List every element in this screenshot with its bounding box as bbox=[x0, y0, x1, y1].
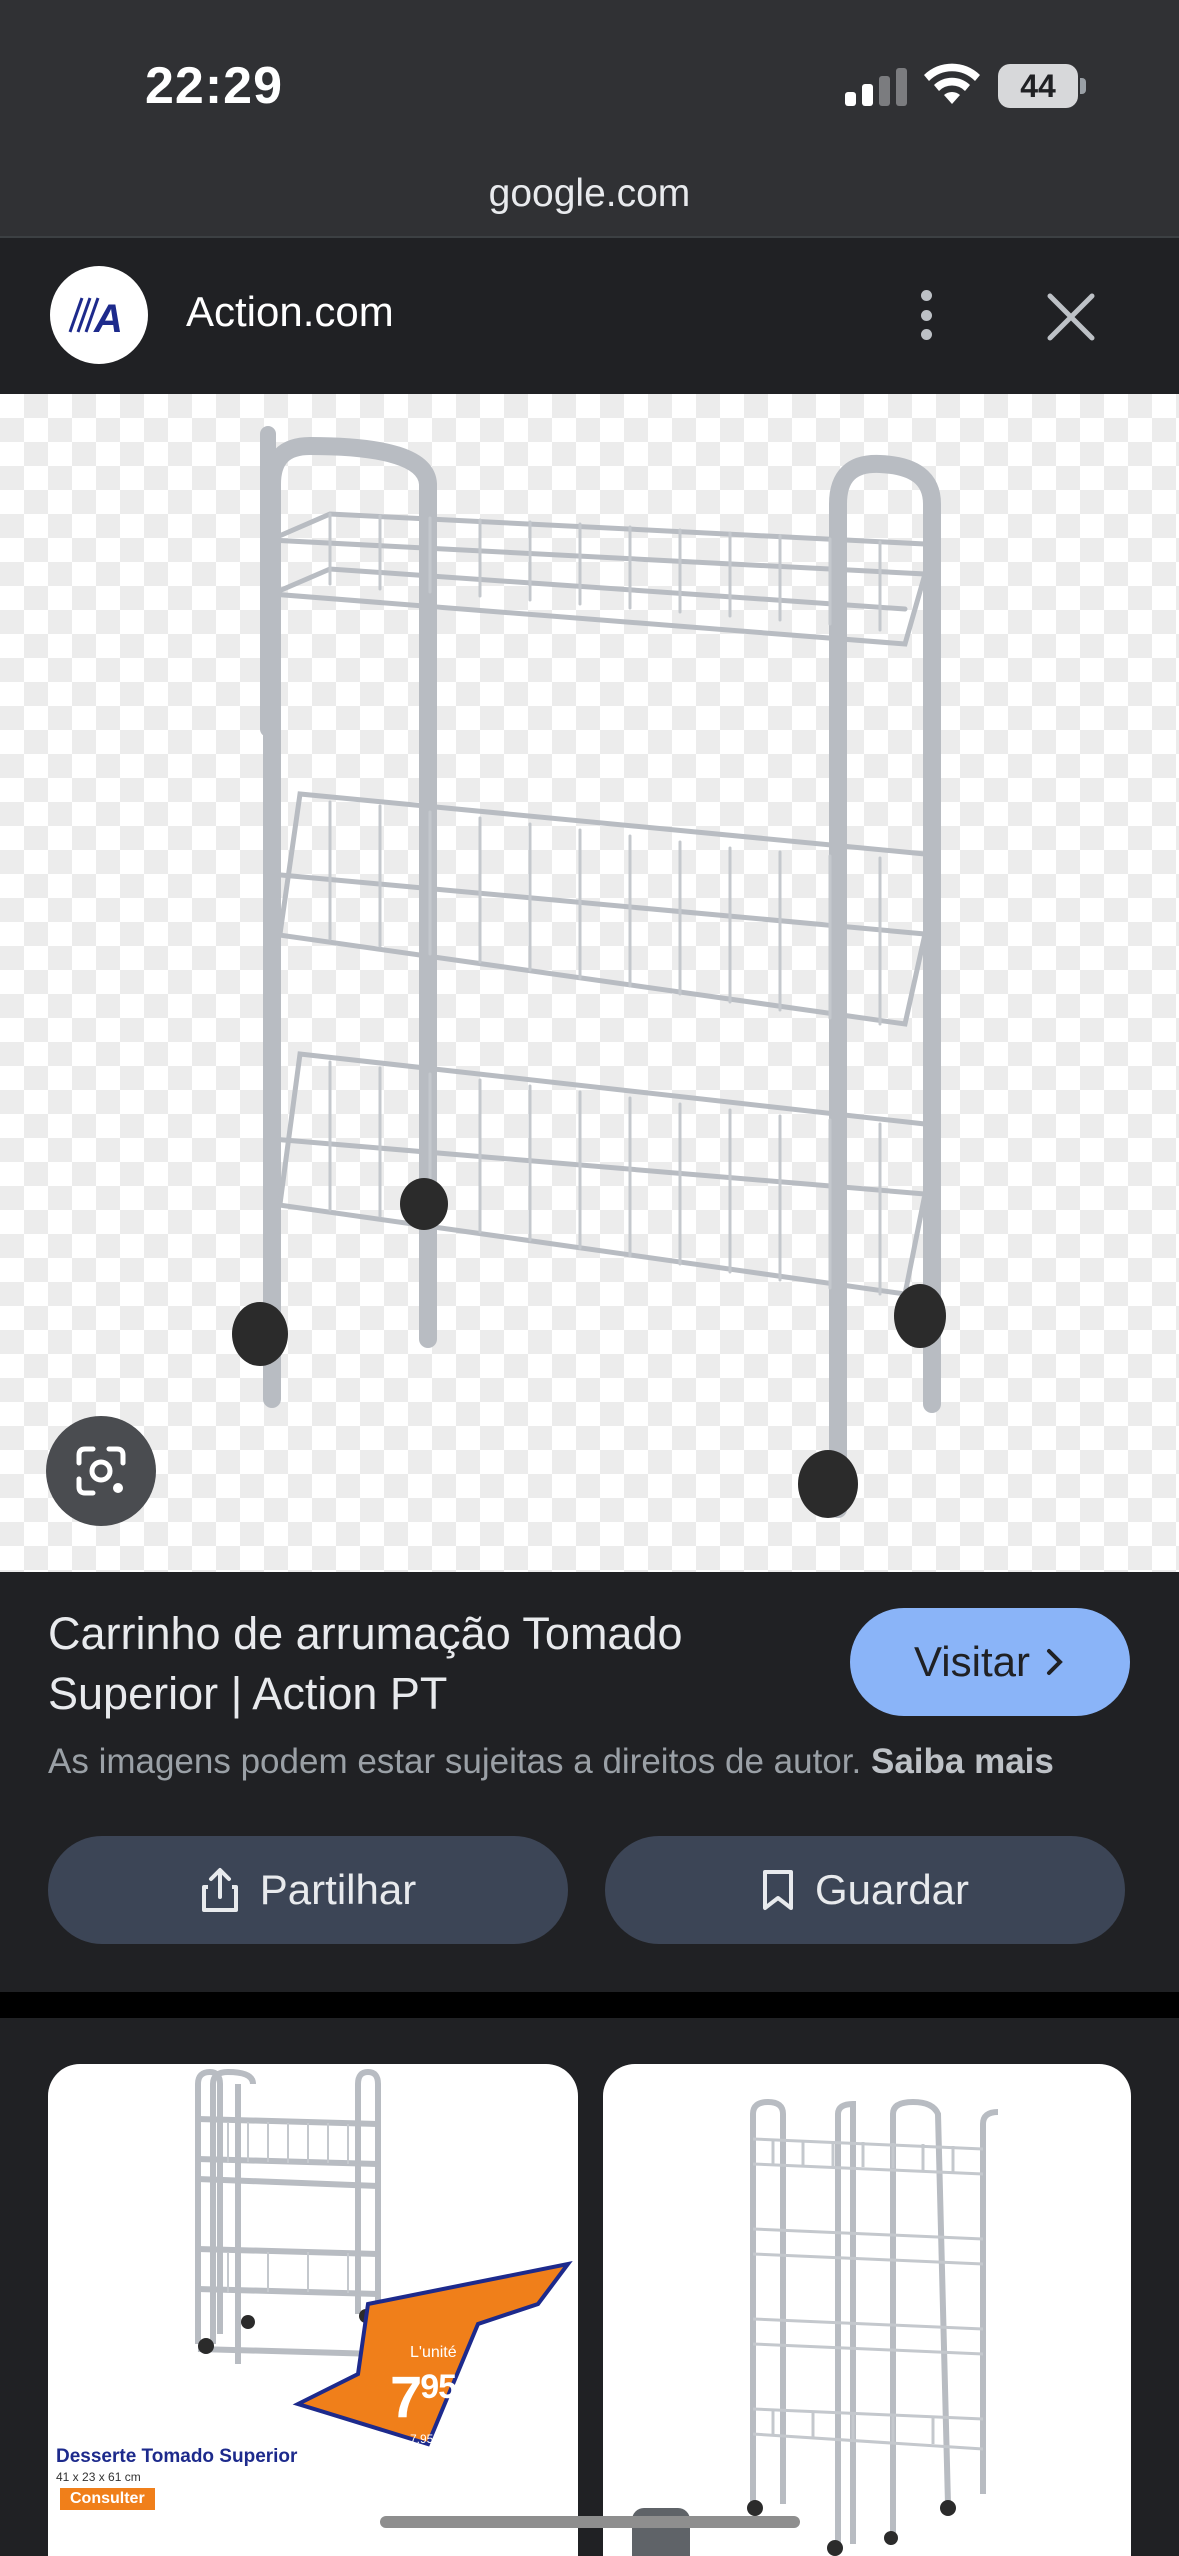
copyright-text: As imagens podem estar sujeitas a direit… bbox=[48, 1742, 862, 1781]
product-image[interactable] bbox=[0, 394, 1179, 1572]
share-label: Partilhar bbox=[259, 1866, 417, 1913]
share-button[interactable]: Partilhar bbox=[48, 1836, 568, 1944]
divider bbox=[0, 1992, 1179, 2018]
chevron-right-icon bbox=[1046, 1649, 1063, 1675]
price-value: 795 bbox=[390, 2364, 457, 2431]
visit-button[interactable]: Visitar bbox=[850, 1608, 1130, 1716]
save-label: Guardar bbox=[814, 1866, 970, 1913]
share-icon bbox=[201, 1868, 238, 1912]
learn-more-link[interactable]: Saiba mais bbox=[871, 1742, 1054, 1781]
consult-badge: Consulter bbox=[60, 2488, 155, 2510]
signal-icon bbox=[845, 66, 907, 106]
related-image-card[interactable]: L'unité 795 7.95/pce Desserte Tomado Sup… bbox=[48, 2064, 578, 2556]
result-title[interactable]: Carrinho de arrumação Tomado Superior | … bbox=[48, 1604, 828, 1724]
url-bar[interactable]: google.com bbox=[0, 172, 1179, 216]
price-integer: 7 bbox=[390, 2365, 422, 2430]
home-indicator[interactable] bbox=[380, 2516, 800, 2528]
price-unit-label: L'unité bbox=[410, 2344, 457, 2361]
site-logo: A bbox=[50, 266, 148, 364]
related-card-title: Desserte Tomado Superior bbox=[56, 2446, 298, 2467]
more-vert-icon[interactable] bbox=[906, 282, 946, 348]
save-button[interactable]: Guardar bbox=[605, 1836, 1125, 1944]
visit-label: Visitar bbox=[914, 1638, 1030, 1685]
battery-icon: 44 bbox=[998, 64, 1078, 108]
price-per-piece: 7.95/pce bbox=[410, 2432, 457, 2446]
related-card-dimensions: 41 x 23 x 61 cm bbox=[56, 2470, 141, 2484]
action-logo-icon: A bbox=[68, 297, 123, 340]
storage-cart-illustration bbox=[232, 426, 946, 1518]
wifi-icon bbox=[924, 63, 980, 104]
site-header bbox=[0, 236, 1179, 394]
svg-text:A: A bbox=[93, 297, 123, 340]
battery-nub bbox=[1080, 78, 1086, 94]
close-icon[interactable] bbox=[1040, 286, 1102, 348]
price-decimals: 95 bbox=[420, 2368, 457, 2406]
site-name: Action.com bbox=[186, 288, 394, 335]
bookmark-icon bbox=[762, 1870, 793, 1910]
copyright-notice: As imagens podem estar sujeitas a direit… bbox=[48, 1742, 1148, 1782]
related-image-card[interactable] bbox=[603, 2064, 1131, 2556]
google-lens-icon[interactable] bbox=[46, 1416, 156, 1526]
related-cart-image bbox=[747, 2098, 999, 2556]
status-time: 22:29 bbox=[145, 57, 283, 115]
